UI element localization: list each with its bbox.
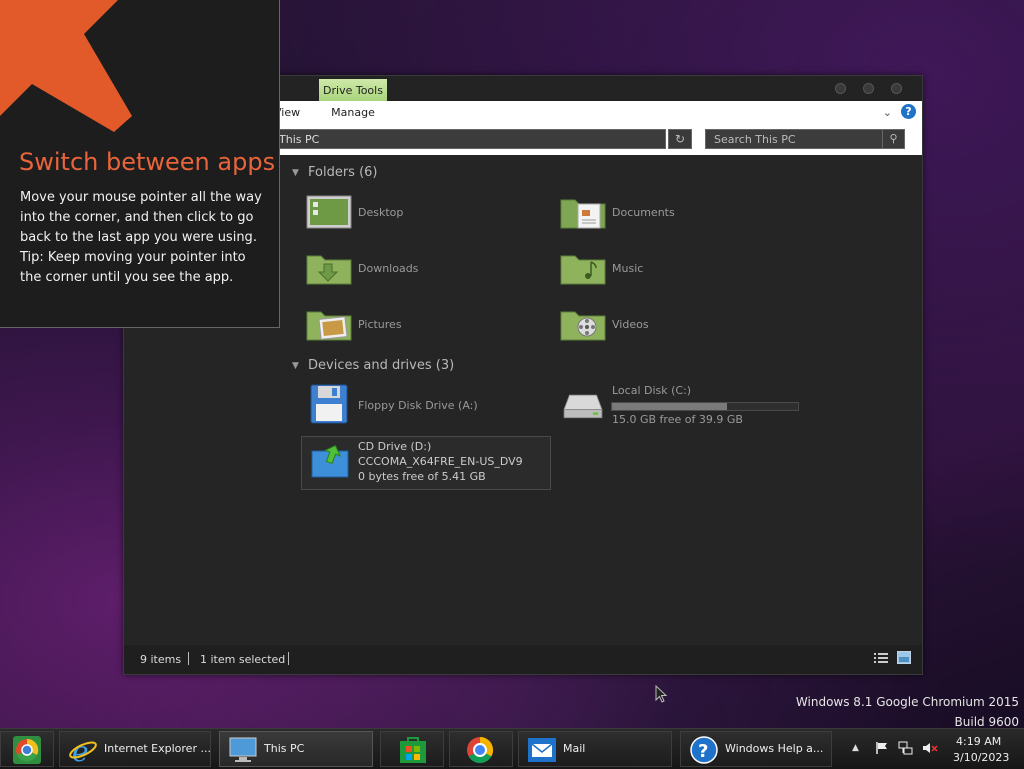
taskbar-ie-label: Internet Explorer ... bbox=[104, 742, 211, 755]
svg-text:?: ? bbox=[698, 741, 708, 762]
folders-group-header[interactable]: Folders (6) bbox=[308, 165, 378, 180]
chrome-icon bbox=[467, 736, 494, 764]
folder-downloads[interactable]: Downloads bbox=[306, 250, 546, 294]
tip-title: Switch between apps bbox=[19, 148, 276, 176]
taskbar-store[interactable] bbox=[380, 731, 444, 767]
drive-tools-tab[interactable]: Drive Tools bbox=[319, 79, 387, 101]
taskbar-help-label: Windows Help a... bbox=[725, 742, 824, 755]
taskbar: e Internet Explorer ... This PC Mail ? W… bbox=[0, 728, 1024, 769]
switch-apps-tip: Switch between apps Move your mouse poin… bbox=[0, 0, 280, 328]
status-divider bbox=[188, 652, 189, 665]
ribbon-tab-manage[interactable]: Manage bbox=[319, 101, 387, 125]
status-divider bbox=[288, 652, 289, 665]
pictures-folder-icon bbox=[306, 311, 352, 341]
taskbar-mail-label: Mail bbox=[563, 742, 586, 755]
floppy-disk-icon bbox=[310, 384, 348, 424]
volume-muted-icon[interactable] bbox=[922, 741, 938, 755]
help-icon[interactable]: ? bbox=[901, 104, 916, 119]
corner-arrow-icon bbox=[0, 0, 132, 132]
folder-label: Documents bbox=[612, 206, 675, 219]
action-center-flag-icon[interactable] bbox=[875, 741, 889, 755]
local-disk-free: 15.0 GB free of 39.9 GB bbox=[612, 413, 743, 426]
hard-drive-icon bbox=[563, 394, 603, 419]
status-selected-count: 1 item selected bbox=[200, 653, 286, 666]
videos-folder-icon bbox=[560, 311, 606, 341]
taskbar-windows-help[interactable]: ? Windows Help a... bbox=[680, 731, 832, 767]
folder-label: Desktop bbox=[358, 206, 404, 219]
floppy-drive-label: Floppy Disk Drive (A:) bbox=[358, 399, 478, 412]
folder-label: Pictures bbox=[358, 318, 402, 331]
windows-help-icon: ? bbox=[690, 736, 718, 764]
documents-folder-icon bbox=[560, 199, 606, 229]
refresh-icon[interactable]: ↻ bbox=[668, 129, 692, 149]
folder-label: Downloads bbox=[358, 262, 419, 275]
tip-body: Move your mouse pointer all the way into… bbox=[20, 188, 265, 288]
taskbar-chrome[interactable] bbox=[449, 731, 513, 767]
desktop-watermark: Windows 8.1 Google Chromium 2015 Build 9… bbox=[796, 692, 1019, 732]
mouse-cursor-icon bbox=[655, 685, 668, 703]
store-icon bbox=[400, 737, 426, 763]
floppy-drive[interactable]: Floppy Disk Drive (A:) bbox=[306, 384, 546, 428]
downloads-folder-icon bbox=[306, 255, 352, 285]
desktop-folder-icon bbox=[306, 195, 352, 229]
taskbar-internet-explorer[interactable]: e Internet Explorer ... bbox=[59, 731, 211, 767]
details-view-icon[interactable] bbox=[874, 652, 888, 664]
folder-desktop[interactable]: Desktop bbox=[306, 194, 546, 238]
internet-explorer-icon: e bbox=[69, 735, 97, 765]
folder-label: Music bbox=[612, 262, 644, 275]
folder-label: Videos bbox=[612, 318, 649, 331]
show-hidden-icons-chevron-icon[interactable]: ▲ bbox=[852, 743, 859, 753]
local-disk-usage-bar bbox=[611, 402, 799, 411]
cd-drive-d[interactable]: CD Drive (D:) CCCOMA_X64FRE_EN-US_DV9 0 … bbox=[301, 436, 551, 490]
folder-videos[interactable]: Videos bbox=[560, 306, 800, 350]
chromium-start-icon bbox=[13, 736, 41, 764]
devices-group-header[interactable]: Devices and drives (3) bbox=[308, 358, 454, 373]
tip-line-2: Tip: Keep moving your pointer into the c… bbox=[20, 250, 246, 285]
search-input[interactable]: Search This PC bbox=[705, 129, 905, 149]
cd-drive-install-icon bbox=[311, 444, 349, 478]
collapse-folders-chevron-icon[interactable]: ▼ bbox=[292, 168, 299, 178]
local-disk-label: Local Disk (C:) bbox=[612, 384, 692, 397]
local-disk-usage-fill bbox=[612, 403, 728, 410]
cd-drive-volume: CCCOMA_X64FRE_EN-US_DV9 bbox=[358, 455, 523, 468]
taskbar-this-pc[interactable]: This PC bbox=[219, 731, 373, 767]
tip-line-1: Move your mouse pointer all the way into… bbox=[20, 190, 262, 245]
clock-time[interactable]: 4:19 AM bbox=[956, 735, 1001, 748]
close-button[interactable] bbox=[891, 83, 902, 94]
address-bar[interactable]: This PC bbox=[274, 129, 666, 149]
clock-date[interactable]: 3/10/2023 bbox=[953, 751, 1009, 764]
folder-documents[interactable]: Documents bbox=[560, 194, 800, 238]
folder-music[interactable]: Music bbox=[560, 250, 800, 294]
expand-ribbon-chevron-icon[interactable]: ⌄ bbox=[883, 106, 892, 119]
status-item-count: 9 items bbox=[140, 653, 182, 666]
collapse-devices-chevron-icon[interactable]: ▼ bbox=[292, 361, 299, 371]
this-pc-icon bbox=[229, 737, 257, 762]
search-icon[interactable]: ⚲ bbox=[882, 129, 905, 149]
maximize-button[interactable] bbox=[863, 83, 874, 94]
network-icon[interactable] bbox=[898, 741, 914, 755]
taskbar-this-pc-label: This PC bbox=[264, 742, 305, 755]
folder-pictures[interactable]: Pictures bbox=[306, 306, 546, 350]
status-bar: 9 items 1 item selected bbox=[124, 646, 922, 674]
mail-icon bbox=[528, 738, 556, 762]
cd-drive-free: 0 bytes free of 5.41 GB bbox=[358, 470, 486, 483]
minimize-button[interactable] bbox=[835, 83, 846, 94]
start-button[interactable] bbox=[0, 731, 54, 767]
large-icons-view-icon[interactable] bbox=[897, 651, 911, 664]
cd-drive-label: CD Drive (D:) bbox=[358, 440, 432, 453]
watermark-line-1: Windows 8.1 Google Chromium 2015 bbox=[795, 695, 1019, 709]
music-folder-icon bbox=[560, 255, 606, 285]
taskbar-mail[interactable]: Mail bbox=[518, 731, 672, 767]
